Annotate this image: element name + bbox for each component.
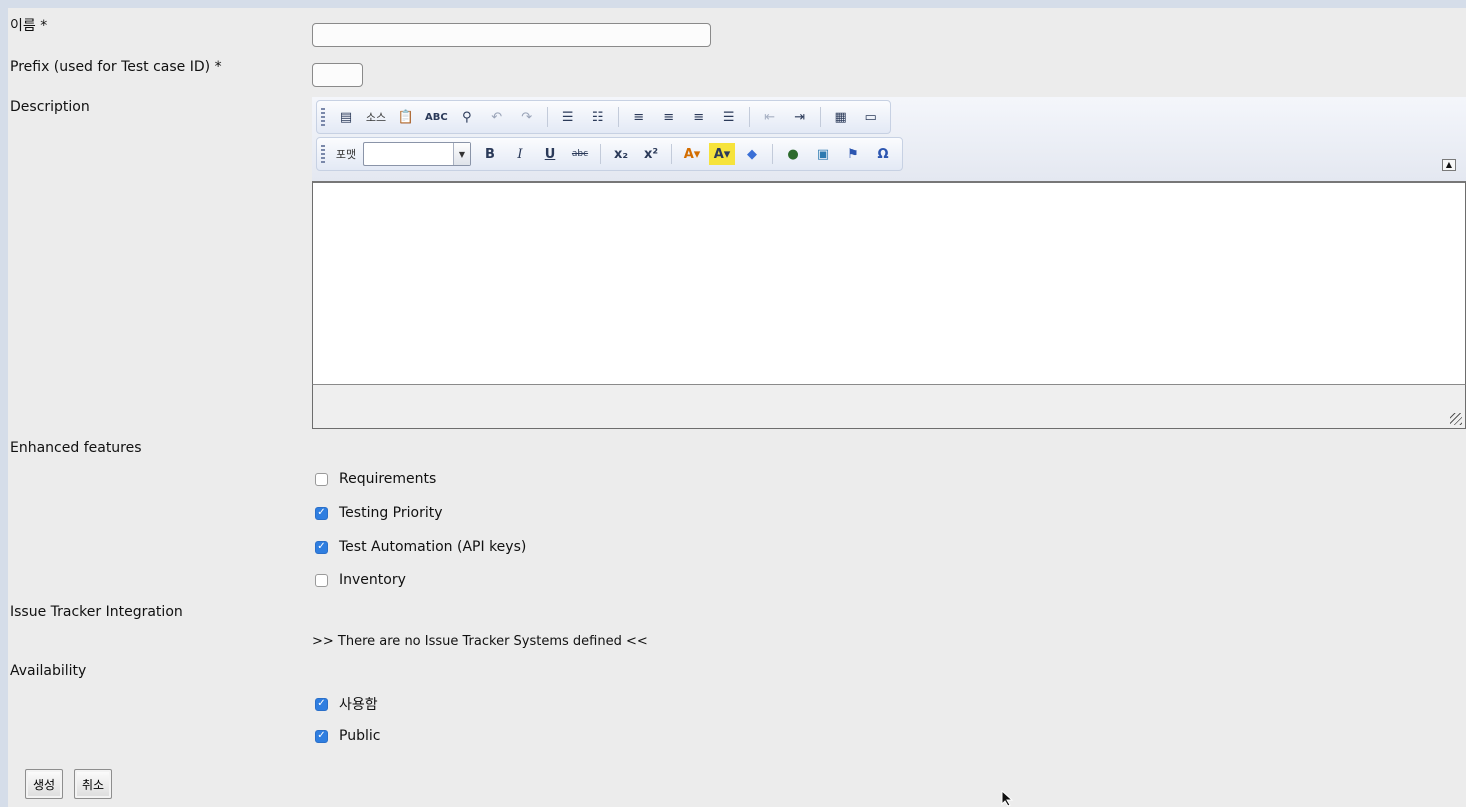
feature-label: Test Automation (API keys): [339, 539, 527, 555]
text-color-icon[interactable]: A▾: [679, 143, 705, 165]
source-button[interactable]: 소스: [363, 106, 389, 128]
toolbar-grip[interactable]: [321, 108, 325, 126]
table-icon[interactable]: ▦: [828, 106, 854, 128]
toolbar-separator: [671, 144, 672, 164]
bold-icon[interactable]: B: [477, 143, 503, 165]
prefix-input[interactable]: [312, 63, 363, 87]
checkbox-checked[interactable]: ✓: [315, 540, 328, 554]
remove-format-icon[interactable]: ◆: [739, 143, 765, 165]
editor-toolbar: ▤ 소스 📋 ABC ⚲ ↶ ↷ ☰ ☷ ≡ ≡ ≡ ☰ ⇤ ⇥ ▦ ▭ 포맷: [312, 97, 1466, 181]
mouse-cursor-icon: [1001, 790, 1014, 807]
resize-grip-icon[interactable]: [1450, 413, 1462, 425]
spellcheck-icon[interactable]: ABC: [423, 106, 450, 128]
redo-icon[interactable]: ↷: [514, 106, 540, 128]
feature-testing-priority[interactable]: ✓ Testing Priority: [315, 505, 443, 521]
bg-color-icon[interactable]: A▾: [709, 143, 735, 165]
availability-option-label: Public: [339, 728, 381, 744]
toolbar-separator: [772, 144, 773, 164]
checkbox-checked[interactable]: ✓: [315, 697, 328, 711]
align-left-icon[interactable]: ≡: [626, 106, 652, 128]
chevron-down-icon[interactable]: ▼: [453, 143, 470, 165]
numbered-list-icon[interactable]: ☰: [555, 106, 581, 128]
editor-status-bar: [312, 384, 1466, 429]
name-input[interactable]: [312, 23, 711, 47]
availability-public[interactable]: ✓ Public: [315, 728, 380, 744]
description-text-area[interactable]: [312, 181, 1466, 385]
issue-tracker-notice: >> There are no Issue Tracker Systems de…: [312, 634, 648, 649]
anchor-icon[interactable]: ⚑: [840, 143, 866, 165]
link-icon[interactable]: ●: [780, 143, 806, 165]
italic-icon[interactable]: I: [507, 143, 533, 165]
checkbox[interactable]: [315, 472, 328, 486]
indent-icon[interactable]: ⇥: [787, 106, 813, 128]
availability-active[interactable]: ✓ 사용함: [315, 694, 378, 714]
description-label: Description: [10, 99, 90, 115]
description-editor: ▤ 소스 📋 ABC ⚲ ↶ ↷ ☰ ☷ ≡ ≡ ≡ ☰ ⇤ ⇥ ▦ ▭ 포맷: [312, 97, 1466, 429]
strike-icon[interactable]: abc: [567, 143, 593, 165]
paste-text-icon[interactable]: 📋: [393, 106, 419, 128]
special-char-icon[interactable]: Ω: [870, 143, 896, 165]
editor-toolbar-row-2: 포맷 ▼ B I U abc x₂ x² A▾ A▾ ◆ ● ▣ ⚑ Ω: [316, 137, 903, 171]
toolbar-separator: [819, 107, 821, 127]
checkbox[interactable]: [315, 573, 328, 587]
bulleted-list-icon[interactable]: ☷: [585, 106, 611, 128]
issue-tracker-label: Issue Tracker Integration: [10, 604, 183, 620]
prefix-label: Prefix (used for Test case ID) *: [10, 59, 222, 75]
feature-inventory[interactable]: Inventory: [315, 572, 406, 588]
find-icon[interactable]: ⚲: [454, 106, 480, 128]
align-right-icon[interactable]: ≡: [686, 106, 712, 128]
toolbar-separator: [600, 144, 601, 164]
collapse-toolbar-button[interactable]: ▲: [1442, 159, 1456, 171]
cancel-button[interactable]: 취소: [74, 769, 113, 799]
subscript-icon[interactable]: x₂: [608, 143, 634, 165]
editor-toolbar-row-1: ▤ 소스 📋 ABC ⚲ ↶ ↷ ☰ ☷ ≡ ≡ ≡ ☰ ⇤ ⇥ ▦ ▭: [316, 100, 891, 134]
toolbar-separator: [546, 107, 548, 127]
image-icon[interactable]: ▣: [810, 143, 836, 165]
feature-label: Requirements: [339, 471, 437, 487]
format-dropdown[interactable]: ▼: [363, 142, 471, 166]
horizontal-rule-icon[interactable]: ▭: [858, 106, 884, 128]
undo-icon[interactable]: ↶: [484, 106, 510, 128]
checkbox-checked[interactable]: ✓: [315, 729, 328, 743]
toolbar-separator: [617, 107, 619, 127]
checkbox-checked[interactable]: ✓: [315, 506, 328, 520]
availability-option-label: 사용함: [339, 697, 378, 713]
enhanced-features-label: Enhanced features: [10, 440, 142, 456]
toolbar-separator: [748, 107, 750, 127]
feature-label: Testing Priority: [339, 505, 443, 521]
feature-label: Inventory: [339, 572, 406, 588]
outdent-icon[interactable]: ⇤: [757, 106, 783, 128]
toolbar-grip[interactable]: [321, 145, 325, 163]
page-icon[interactable]: ▤: [333, 106, 359, 128]
underline-icon[interactable]: U: [537, 143, 563, 165]
align-center-icon[interactable]: ≡: [656, 106, 682, 128]
feature-requirements[interactable]: Requirements: [315, 471, 436, 487]
create-button[interactable]: 생성: [25, 769, 64, 799]
justify-icon[interactable]: ☰: [716, 106, 742, 128]
availability-label: Availability: [10, 663, 87, 679]
format-label: 포맷: [335, 148, 357, 161]
name-label: 이름 *: [10, 18, 48, 34]
feature-test-automation[interactable]: ✓ Test Automation (API keys): [315, 539, 526, 555]
superscript-icon[interactable]: x²: [638, 143, 664, 165]
